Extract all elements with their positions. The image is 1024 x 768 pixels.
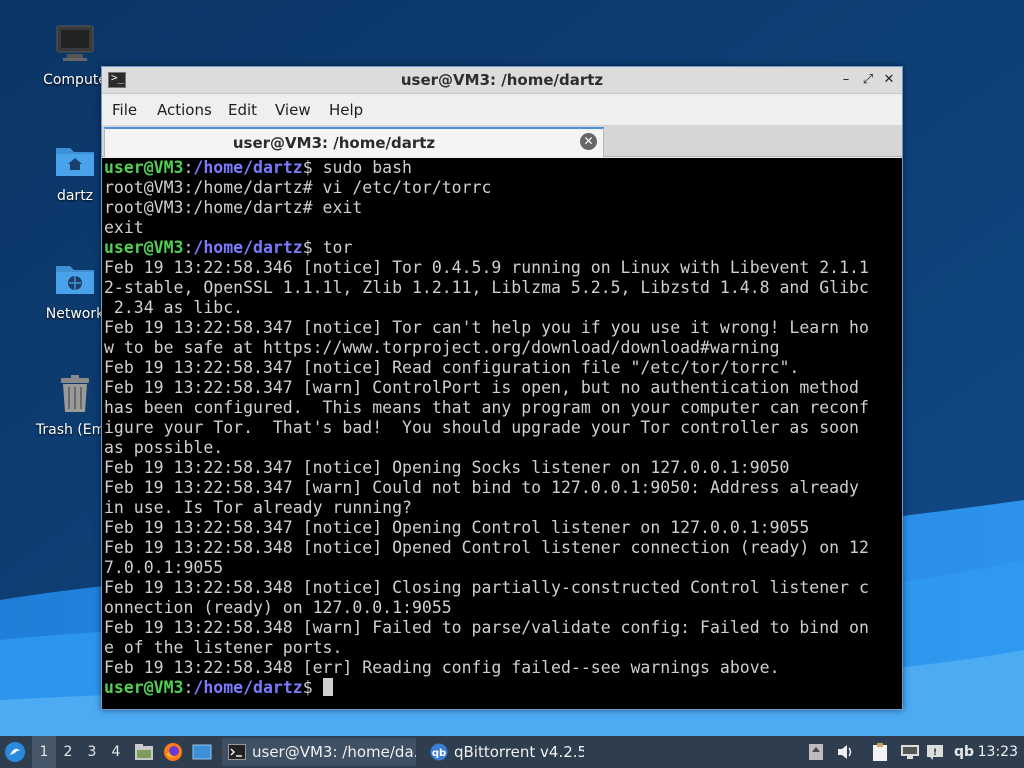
app-menu-button[interactable] xyxy=(4,736,30,768)
menu-file[interactable]: File xyxy=(112,101,137,119)
terminal-line: exit xyxy=(104,218,144,237)
prompt-path: /home/dartz xyxy=(193,678,303,697)
prompt-user: user@VM3 xyxy=(104,158,184,177)
terminal-line: user@VM3:/home/dartz$ xyxy=(104,678,902,698)
show-desktop-button[interactable] xyxy=(192,736,214,768)
prompt-symbol: $ xyxy=(302,678,313,697)
terminal-line: Feb 19 13:22:58.348 [warn] Failed to par… xyxy=(104,618,869,637)
terminal-line: user@VM3:/home/dartz$ tor xyxy=(104,238,902,258)
terminal-icon xyxy=(228,744,246,760)
terminal-line: igure your Tor. That's bad! You should u… xyxy=(104,418,859,437)
minimize-button[interactable]: – xyxy=(836,70,856,90)
terminal-line: onnection (ready) on 127.0.0.1:9055 xyxy=(104,598,452,617)
tray-updates[interactable] xyxy=(808,736,826,768)
terminal-line: root@VM3:/home/dartz# exit xyxy=(104,198,363,217)
volume-icon xyxy=(838,745,852,759)
terminal-line: root@VM3:/home/dartz# vi /etc/tor/torrc xyxy=(104,178,492,197)
svg-text:qb: qb xyxy=(432,748,446,759)
tab-label: user@VM3: /home/dartz xyxy=(232,134,436,152)
terminal-line: user@VM3:/home/dartz$ sudo bash xyxy=(104,158,902,178)
terminal-line: Feb 19 13:22:58.346 [notice] Tor 0.4.5.9… xyxy=(104,258,869,277)
update-notifier-icon xyxy=(809,744,823,760)
prompt-symbol: $ xyxy=(302,238,313,257)
terminal-line: in use. Is Tor already running? xyxy=(104,498,412,517)
desktop-icon xyxy=(192,744,212,760)
workspace-2[interactable]: 2 xyxy=(56,736,80,768)
network-folder-icon xyxy=(53,256,97,300)
tray-volume[interactable] xyxy=(836,736,856,768)
trash-icon xyxy=(53,372,97,416)
close-button[interactable]: ✕ xyxy=(879,70,899,90)
prompt-separator: : xyxy=(183,238,194,257)
prompt-separator: : xyxy=(183,158,194,177)
firefox-launcher[interactable] xyxy=(163,736,185,768)
home-folder-icon xyxy=(53,138,97,182)
clipboard-icon xyxy=(873,743,887,761)
terminal-window[interactable]: >_ user@VM3: /home/dartz – ⤢ ✕ File Acti… xyxy=(101,66,903,710)
terminal-line: Feb 19 13:22:58.347 [notice] Opening Soc… xyxy=(104,458,790,477)
network-icon xyxy=(901,745,919,759)
taskbar-task-terminal[interactable]: user@VM3: /home/da... xyxy=(222,738,416,766)
window-title: user@VM3: /home/dartz xyxy=(400,71,604,89)
terminal-line: 2-stable, OpenSSL 1.1.1l, Zlib 1.2.11, L… xyxy=(104,278,869,297)
text-cursor xyxy=(322,678,333,696)
command-text: tor xyxy=(312,238,353,257)
prompt-path: /home/dartz xyxy=(193,238,303,257)
terminal-line: Feb 19 13:22:58.347 [notice] Tor can't h… xyxy=(104,318,869,337)
taskbar: 1 2 3 4 user@VM3: /home/da... qb qBittor… xyxy=(0,736,1024,768)
workspace-3[interactable]: 3 xyxy=(80,736,104,768)
menu-view[interactable]: View xyxy=(275,101,311,119)
prompt-path: /home/dartz xyxy=(193,158,303,177)
prompt-symbol: $ xyxy=(302,158,313,177)
terminal-line: Feb 19 13:22:58.347 [notice] Read config… xyxy=(104,358,800,377)
notification-icon: ! xyxy=(927,745,943,760)
tray-notifications[interactable]: ! xyxy=(926,736,946,768)
terminal-line: Feb 19 13:22:58.347 [notice] Opening Con… xyxy=(104,518,810,537)
terminal-line: as possible. xyxy=(104,438,224,457)
terminal-line: Feb 19 13:22:58.348 [err] Reading config… xyxy=(104,658,780,677)
task-label: user@VM3: /home/da... xyxy=(252,743,416,761)
maximize-button[interactable]: ⤢ xyxy=(858,70,878,90)
tab-terminal[interactable]: user@VM3: /home/dartz ✕ xyxy=(104,127,604,157)
tray-qbittorrent[interactable]: qb xyxy=(954,736,974,768)
computer-icon xyxy=(53,22,97,66)
tab-close-icon[interactable]: ✕ xyxy=(580,133,597,150)
command-text xyxy=(313,678,323,697)
taskbar-task-qbittorrent[interactable]: qb qBittorrent v4.2.5 xyxy=(424,738,584,766)
file-manager-launcher[interactable] xyxy=(134,736,156,768)
tray-network[interactable] xyxy=(900,736,920,768)
terminal-line: Feb 19 13:22:58.347 [warn] ControlPort i… xyxy=(104,378,859,397)
qbittorrent-icon: qb xyxy=(430,743,448,761)
menu-help[interactable]: Help xyxy=(329,101,363,119)
terminal-line: Feb 19 13:22:58.348 [notice] Closing par… xyxy=(104,578,869,597)
terminal-line: w to be safe at https://www.torproject.o… xyxy=(104,338,780,357)
terminal-output[interactable]: user@VM3:/home/dartz$ sudo bash root@VM3:… xyxy=(102,158,902,709)
terminal-line: Feb 19 13:22:58.347 [warn] Could not bin… xyxy=(104,478,859,497)
terminal-line: 7.0.0.1:9055 xyxy=(104,558,224,577)
prompt-user: user@VM3 xyxy=(104,678,184,697)
terminal-line: Feb 19 13:22:58.348 [notice] Opened Cont… xyxy=(104,538,869,557)
menu-edit[interactable]: Edit xyxy=(228,101,257,119)
menu-actions[interactable]: Actions xyxy=(157,101,212,119)
terminal-line: has been configured. This means that any… xyxy=(104,398,869,417)
tray-clipboard[interactable] xyxy=(872,736,892,768)
file-manager-icon xyxy=(135,744,153,760)
firefox-icon xyxy=(164,743,182,761)
svg-text:!: ! xyxy=(933,748,937,758)
lubuntu-logo-icon xyxy=(5,742,25,762)
task-label: qBittorrent v4.2.5 xyxy=(454,743,584,761)
terminal-line: e of the listener ports. xyxy=(104,638,343,657)
prompt-user: user@VM3 xyxy=(104,238,184,257)
workspace-4[interactable]: 4 xyxy=(104,736,128,768)
workspace-1[interactable]: 1 xyxy=(32,736,56,768)
title-bar[interactable]: >_ user@VM3: /home/dartz – ⤢ ✕ xyxy=(102,67,902,94)
tab-bar: user@VM3: /home/dartz ✕ xyxy=(102,125,902,157)
menu-bar: File Actions Edit View Help xyxy=(102,95,902,125)
command-text: sudo bash xyxy=(312,158,412,177)
clock[interactable]: 13:23 xyxy=(978,736,1018,768)
prompt-separator: : xyxy=(183,678,194,697)
terminal-line: 2.34 as libc. xyxy=(104,298,244,317)
